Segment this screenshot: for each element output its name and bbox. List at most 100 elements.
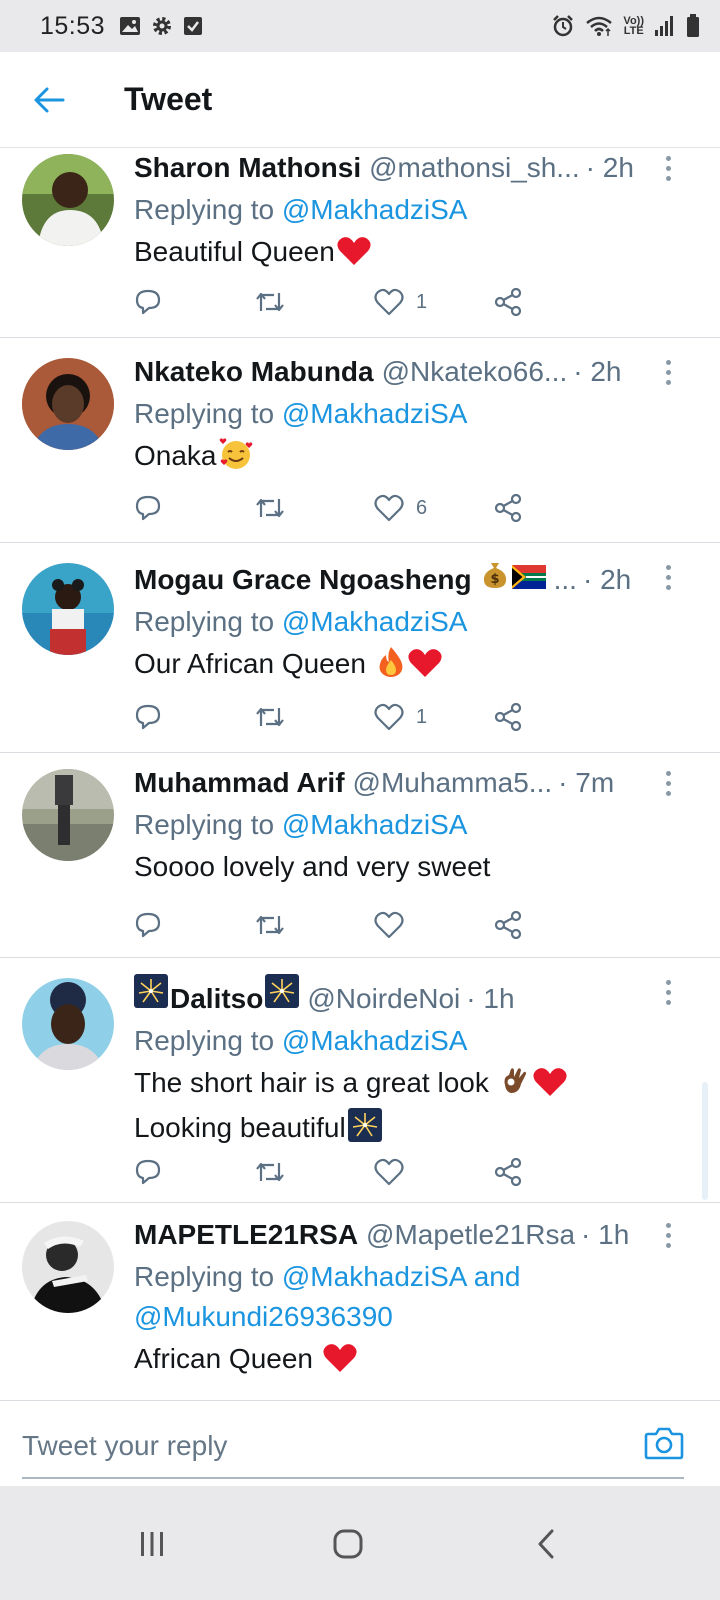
display-name[interactable]: MAPETLE21RSA: [134, 1217, 358, 1253]
tweet[interactable]: Nkateko Mabunda @Nkateko66... · 2h Reply…: [0, 338, 720, 543]
mention-link[interactable]: @MakhadziSA: [282, 398, 468, 429]
like-button[interactable]: 1: [374, 288, 494, 316]
avatar[interactable]: [22, 563, 114, 655]
mention-link[interactable]: @MakhadziSA: [282, 809, 468, 840]
handle[interactable]: @mathonsi_sh...: [369, 150, 580, 186]
tweet[interactable]: Muhammad Arif @Muhamma5... · 7m Replying…: [0, 753, 720, 958]
heart-outline-icon: [374, 288, 404, 316]
reply-icon: [135, 912, 161, 938]
retweet-button[interactable]: [254, 912, 374, 938]
tweet[interactable]: Sharon Mathonsi @mathonsi_sh... · 2h Rep…: [0, 148, 720, 338]
like-button[interactable]: 6: [374, 494, 494, 522]
tweet-header: Sharon Mathonsi @mathonsi_sh... · 2h: [134, 150, 680, 186]
reply-button[interactable]: [134, 494, 254, 522]
tweet-actions: 6: [134, 488, 614, 528]
tweet-header: Mogau Grace Ngoasheng $ ... · 2h: [134, 559, 680, 598]
tweet-text: Beautiful Queen: [134, 232, 680, 277]
mention-link[interactable]: @MakhadziSA: [282, 606, 468, 637]
more-options-button[interactable]: [656, 150, 680, 186]
back-button[interactable]: [24, 75, 74, 125]
reply-icon: [135, 495, 161, 521]
money-bag-icon: $: [480, 559, 510, 598]
volte-icon: Vo)) LTE: [623, 15, 644, 37]
fire-icon: [376, 646, 406, 689]
reply-button[interactable]: [134, 288, 254, 316]
south-africa-flag-icon: [511, 562, 546, 598]
home-button[interactable]: [318, 1514, 378, 1574]
tweet[interactable]: MAPETLE21RSA @Mapetle21Rsa · 1h Replying…: [0, 1203, 720, 1400]
share-button[interactable]: [494, 288, 614, 316]
display-name[interactable]: Sharon Mathonsi: [134, 150, 361, 186]
wifi-icon: [585, 15, 613, 37]
mention-link[interactable]: @MakhadziSA: [282, 1025, 468, 1056]
like-count: 1: [416, 705, 428, 728]
handle[interactable]: @Muhamma5...: [353, 765, 553, 801]
avatar[interactable]: [22, 358, 114, 450]
like-button[interactable]: [374, 911, 494, 939]
reply-composer: [0, 1400, 720, 1486]
tweet[interactable]: Mogau Grace Ngoasheng $ ... · 2h Replyin…: [0, 543, 720, 753]
more-options-button[interactable]: [656, 354, 680, 390]
reply-button[interactable]: [134, 911, 254, 939]
retweet-icon: [256, 498, 284, 518]
retweet-button[interactable]: [254, 289, 374, 315]
reply-button[interactable]: [134, 703, 254, 731]
system-nav-bar: [0, 1486, 720, 1600]
more-options-button[interactable]: [656, 1217, 680, 1253]
timestamp: · 1h: [466, 983, 515, 1014]
retweet-button[interactable]: [254, 1159, 374, 1185]
handle[interactable]: ...: [554, 562, 577, 598]
avatar[interactable]: [22, 978, 114, 1070]
tweet-text: Our African Queen: [134, 644, 680, 689]
share-icon: [494, 494, 522, 522]
retweet-button[interactable]: [254, 704, 374, 730]
camera-icon: [644, 1427, 684, 1460]
input-underline: [22, 1477, 684, 1479]
tweet-header: MAPETLE21RSA @Mapetle21Rsa · 1h: [134, 1217, 680, 1253]
smiling-face-with-hearts-icon: [219, 438, 253, 481]
retweet-icon: [256, 707, 284, 727]
tweet[interactable]: Dalitso @NoirdeNoi · 1h Replying to @Mak…: [0, 958, 720, 1203]
mention-link[interactable]: @MakhadziSA: [282, 194, 468, 225]
more-options-button[interactable]: [656, 559, 680, 595]
like-button[interactable]: 1: [374, 703, 494, 731]
share-button[interactable]: [494, 494, 614, 522]
mention-link[interactable]: @MakhadziSA and: [282, 1261, 521, 1292]
tweet-actions: 1: [134, 282, 614, 322]
display-name[interactable]: Mogau Grace Ngoasheng: [134, 562, 472, 598]
retweet-button[interactable]: [254, 495, 374, 521]
replying-to: Replying to @MakhadziSA: [134, 1025, 468, 1056]
tweet-reply-input[interactable]: [22, 1421, 482, 1471]
timestamp: · 2h: [585, 152, 634, 183]
handle[interactable]: @Nkateko66...: [382, 354, 568, 390]
timestamp: · 2h: [573, 356, 622, 387]
share-icon: [494, 703, 522, 731]
camera-button[interactable]: [644, 1425, 684, 1465]
handle[interactable]: @Mapetle21Rsa: [366, 1217, 575, 1253]
like-button[interactable]: [374, 1158, 494, 1186]
replying-to: Replying to @MakhadziSA: [134, 809, 468, 840]
back-nav-button[interactable]: [516, 1514, 576, 1574]
share-button[interactable]: [494, 703, 614, 731]
display-name[interactable]: Muhammad Arif: [134, 765, 345, 801]
mention-link[interactable]: @Mukundi26936390: [134, 1301, 393, 1332]
avatar[interactable]: [22, 1221, 114, 1313]
display-name[interactable]: Nkateko Mabunda: [134, 354, 374, 390]
handle[interactable]: @NoirdeNoi: [307, 981, 460, 1017]
avatar[interactable]: [22, 154, 114, 246]
page-title: Tweet: [124, 81, 213, 117]
more-options-button[interactable]: [656, 974, 680, 1010]
share-button[interactable]: [494, 1158, 614, 1186]
scrollbar-thumb[interactable]: [702, 1082, 708, 1200]
share-icon: [494, 911, 522, 939]
status-bar: 15:53 Vo)) LTE: [0, 0, 720, 52]
retweet-icon: [256, 292, 284, 312]
avatar[interactable]: [22, 769, 114, 861]
recent-apps-button[interactable]: [122, 1514, 182, 1574]
reply-button[interactable]: [134, 1158, 254, 1186]
more-options-button[interactable]: [656, 765, 680, 801]
back-icon: [538, 1529, 554, 1559]
share-button[interactable]: [494, 911, 614, 939]
red-heart-icon: [337, 236, 371, 277]
display-name[interactable]: Dalitso: [170, 981, 263, 1017]
